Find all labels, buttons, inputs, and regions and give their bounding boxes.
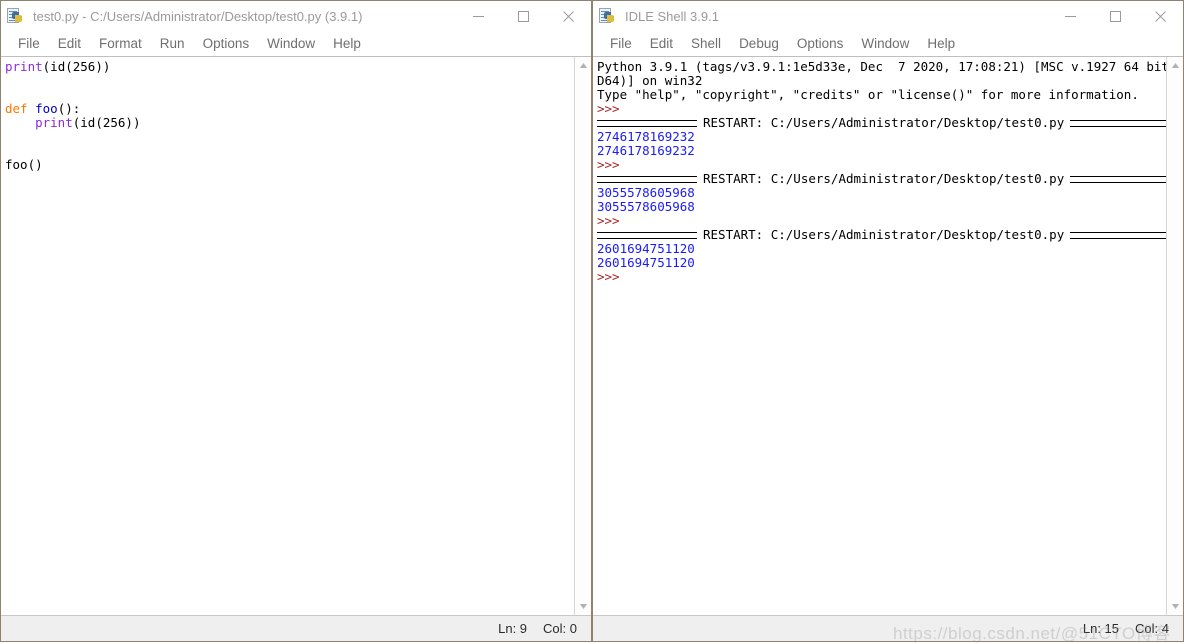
python-shell-icon — [599, 7, 617, 25]
shell-titlebar: IDLE Shell 3.9.1 — [593, 1, 1183, 31]
scroll-up-icon[interactable] — [575, 57, 592, 74]
menu-item-options[interactable]: Options — [194, 36, 259, 51]
shell-scroll-track[interactable] — [1167, 74, 1184, 598]
python-file-icon — [7, 7, 25, 25]
shell-menubar: File Edit Shell Debug Options Window Hel… — [593, 31, 1183, 56]
editor-pane-wrap: print(id(256)) def foo(): print(id(256))… — [1, 56, 591, 615]
scroll-up-icon[interactable] — [1167, 57, 1184, 74]
code-editor-area[interactable]: print(id(256)) def foo(): print(id(256))… — [1, 57, 574, 615]
restart-separator: RESTART: C:/Users/Administrator/Desktop/… — [597, 116, 1166, 130]
maximize-icon[interactable] — [1093, 1, 1138, 31]
menu-item-debug[interactable]: Debug — [730, 36, 788, 51]
restart-rule-left — [597, 175, 697, 183]
code-token: foo() — [5, 157, 43, 172]
shell-output-area[interactable]: Python 3.9.1 (tags/v3.9.1:1e5d33e, Dec 7… — [593, 57, 1166, 615]
restart-rule-left — [597, 231, 697, 239]
menu-item-file[interactable]: File — [9, 36, 49, 51]
shell-output-line: 2746178169232 — [597, 129, 695, 144]
scroll-down-icon[interactable] — [575, 598, 592, 615]
code-token: print — [35, 115, 73, 130]
editor-scroll-track[interactable] — [575, 74, 592, 598]
editor-titlebar: test0.py - C:/Users/Administrator/Deskto… — [1, 1, 591, 31]
restart-rule-left — [597, 119, 697, 127]
code-line: print(id(256)) — [5, 60, 574, 74]
shell-pane-wrap: Python 3.9.1 (tags/v3.9.1:1e5d33e, Dec 7… — [593, 56, 1183, 615]
close-icon[interactable] — [546, 1, 591, 31]
shell-prompt: >>> — [597, 101, 620, 116]
restart-label: RESTART: C:/Users/Administrator/Desktop/… — [703, 227, 1065, 242]
shell-prompt: >>> — [597, 269, 620, 284]
code-token: (id(256)) — [42, 59, 111, 74]
menu-item-help[interactable]: Help — [918, 36, 964, 51]
close-icon[interactable] — [1138, 1, 1183, 31]
restart-label: RESTART: C:/Users/Administrator/Desktop/… — [703, 171, 1065, 186]
code-line: print(id(256)) — [5, 116, 574, 130]
shell-output-line: 3055578605968 — [597, 185, 695, 200]
code-token: foo — [35, 101, 58, 116]
restart-separator: RESTART: C:/Users/Administrator/Desktop/… — [597, 228, 1166, 242]
editor-title: test0.py - C:/Users/Administrator/Deskto… — [33, 8, 363, 24]
code-token: (id(256)) — [72, 115, 141, 130]
code-token: (): — [57, 101, 81, 116]
shell-window-controls — [1048, 1, 1183, 31]
shell-title: IDLE Shell 3.9.1 — [625, 8, 719, 24]
shell-col-indicator: Col: 4 — [1135, 621, 1169, 636]
editor-menubar: File Edit Format Run Options Window Help — [1, 31, 591, 56]
maximize-icon[interactable] — [501, 1, 546, 31]
restart-rule-right — [1070, 175, 1166, 183]
restart-separator: RESTART: C:/Users/Administrator/Desktop/… — [597, 172, 1166, 186]
restart-rule-right — [1070, 231, 1166, 239]
code-line: def foo(): — [5, 102, 574, 116]
restart-rule-right — [1070, 119, 1166, 127]
shell-window: IDLE Shell 3.9.1 File Edit Shell Debug O… — [592, 0, 1184, 643]
shell-statusbar: https://blog.csdn.net/@51CTO博客 Ln: 15 Co… — [593, 615, 1183, 643]
code-line: foo() — [5, 158, 574, 172]
menu-item-edit[interactable]: Edit — [641, 36, 682, 51]
restart-label: RESTART: C:/Users/Administrator/Desktop/… — [703, 115, 1065, 130]
menu-item-window[interactable]: Window — [852, 36, 918, 51]
shell-line-indicator: Ln: 15 — [1082, 621, 1120, 636]
editor-window: test0.py - C:/Users/Administrator/Deskto… — [0, 0, 592, 642]
editor-line-indicator: Ln: 9 — [498, 621, 528, 636]
menu-item-run[interactable]: Run — [151, 36, 194, 51]
menu-item-help[interactable]: Help — [324, 36, 370, 51]
editor-window-controls — [456, 1, 591, 31]
menu-item-format[interactable]: Format — [90, 36, 151, 51]
watermark-text: https://blog.csdn.net/@51CTO博客 — [893, 624, 1171, 643]
shell-prompt: >>> — [597, 157, 620, 172]
scroll-down-icon[interactable] — [1167, 598, 1184, 615]
shell-banner-line: Type "help", "copyright", "credits" or "… — [597, 87, 1139, 102]
editor-col-indicator: Col: 0 — [543, 621, 577, 636]
menu-item-options[interactable]: Options — [788, 36, 853, 51]
shell-scrollbar[interactable] — [1166, 57, 1183, 615]
shell-banner-line: D64)] on win32 — [597, 73, 703, 88]
menu-item-edit[interactable]: Edit — [49, 36, 90, 51]
menu-item-file[interactable]: File — [601, 36, 641, 51]
minimize-icon[interactable] — [1048, 1, 1093, 31]
shell-output-line: 2746178169232 — [597, 143, 695, 158]
menu-item-shell[interactable]: Shell — [682, 36, 730, 51]
shell-prompt: >>> — [597, 213, 620, 228]
code-token: def — [5, 101, 36, 116]
code-token: print — [5, 59, 43, 74]
minimize-icon[interactable] — [456, 1, 501, 31]
editor-statusbar: Ln: 9 Col: 0 — [1, 615, 591, 641]
shell-output-line: 3055578605968 — [597, 199, 695, 214]
editor-scrollbar[interactable] — [574, 57, 591, 615]
menu-item-window[interactable]: Window — [258, 36, 324, 51]
shell-output-line: 2601694751120 — [597, 241, 695, 256]
shell-banner-line: Python 3.9.1 (tags/v3.9.1:1e5d33e, Dec 7… — [597, 59, 1166, 74]
shell-output-line: 2601694751120 — [597, 255, 695, 270]
